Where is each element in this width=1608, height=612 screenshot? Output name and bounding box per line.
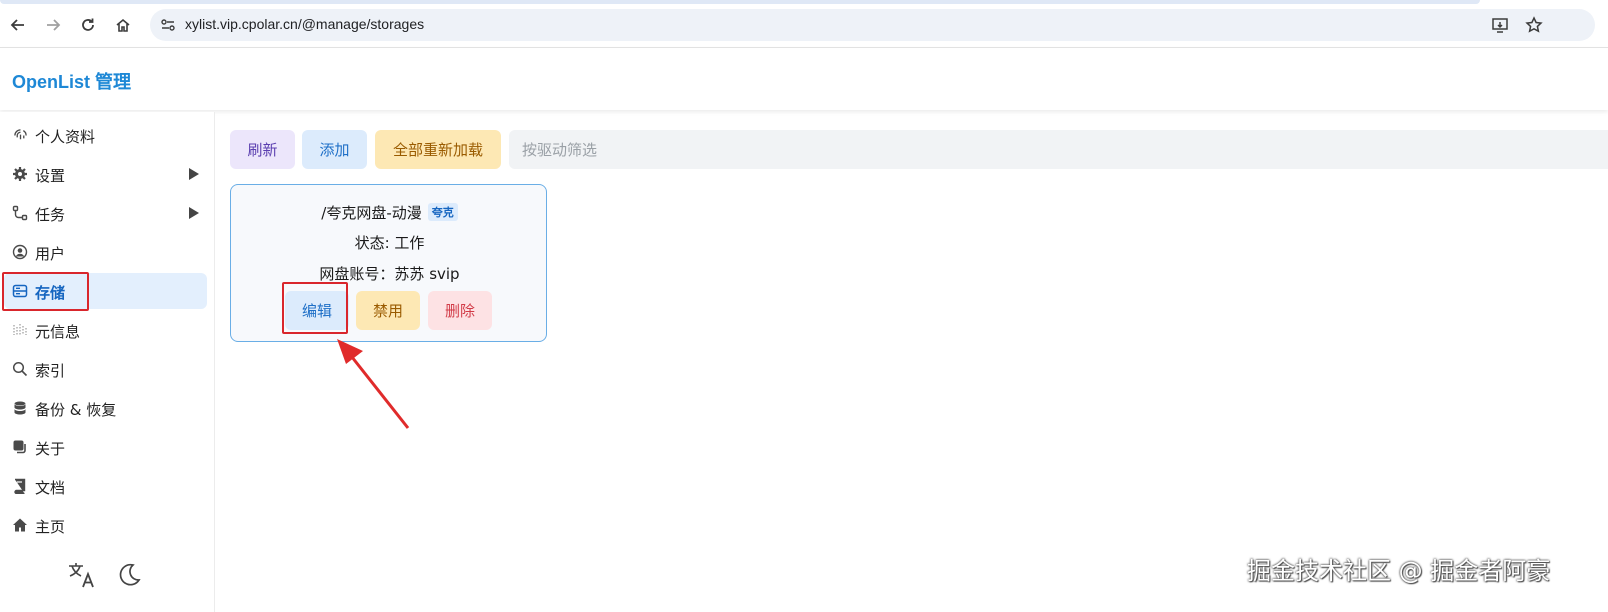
- sidebar-item-home[interactable]: 主页: [4, 507, 207, 543]
- sidebar-item-label: 元信息: [35, 323, 81, 341]
- storage-title-row: /夸克网盘-动漫 夸克: [231, 202, 548, 223]
- url-text[interactable]: xylist.vip.cpolar.cn/@manage/storages: [185, 16, 424, 32]
- sidebar-item-tasks[interactable]: 任务: [4, 195, 207, 231]
- tasks-icon: [12, 205, 28, 221]
- driver-tag-badge: 夸克: [427, 203, 458, 221]
- language-switch-icon[interactable]: [67, 560, 97, 590]
- sidebar-item-settings[interactable]: 设置: [4, 156, 207, 192]
- book-icon: [12, 478, 28, 494]
- search-icon: [12, 361, 28, 377]
- address-bar[interactable]: xylist.vip.cpolar.cn/@manage/storages: [150, 9, 1595, 41]
- meta-icon: [12, 322, 28, 338]
- forward-icon[interactable]: [40, 12, 66, 38]
- sidebar-item-label: 用户: [35, 245, 66, 263]
- sidebar-item-label: 设置: [35, 167, 66, 185]
- fingerprint-icon: [12, 127, 28, 143]
- annotation-highlight-box: [282, 282, 348, 334]
- storage-card: /夸克网盘-动漫 夸克 状态: 工作 网盘账号：苏苏 svip 编辑 禁用 删除: [230, 184, 547, 342]
- expand-arrow-icon[interactable]: [189, 207, 199, 219]
- brand-title[interactable]: OpenList 管理: [12, 68, 131, 94]
- sidebar-item-docs[interactable]: 文档: [4, 468, 207, 504]
- about-icon: [12, 439, 28, 455]
- bookmark-star-icon[interactable]: [1524, 15, 1544, 35]
- refresh-button[interactable]: 刷新: [230, 130, 295, 169]
- sidebar-item-label: 索引: [35, 362, 66, 380]
- watermark-text: 掘金技术社区 @ 掘金者阿豪: [1247, 557, 1551, 585]
- sidebar-item-index[interactable]: 索引: [4, 351, 207, 387]
- site-settings-icon[interactable]: [160, 17, 176, 33]
- sidebar-item-label: 备份 & 恢复: [35, 401, 117, 419]
- sidebar-item-label: 文档: [35, 479, 66, 497]
- storage-mount-path: /夸克网盘-动漫: [321, 204, 422, 222]
- sidebar-item-label: 个人资料: [35, 128, 96, 146]
- annotation-highlight-box: [2, 272, 89, 311]
- sidebar-item-label: 主页: [35, 518, 66, 536]
- delete-button[interactable]: 删除: [428, 291, 492, 330]
- home-icon: [12, 517, 28, 533]
- database-icon: [12, 400, 28, 416]
- expand-arrow-icon[interactable]: [189, 168, 199, 180]
- gear-icon: [12, 166, 28, 182]
- back-icon[interactable]: [5, 12, 31, 38]
- driver-filter-input[interactable]: [509, 130, 1608, 169]
- storage-status: 状态: 工作: [354, 234, 425, 252]
- user-icon: [12, 244, 28, 260]
- browser-toolbar: xylist.vip.cpolar.cn/@manage/storages: [0, 0, 1608, 48]
- app-header: OpenList 管理: [0, 48, 1608, 110]
- tab-strip-edge: [0, 0, 1480, 4]
- sidebar-item-label: 任务: [35, 206, 66, 224]
- dark-mode-moon-icon[interactable]: [116, 560, 142, 590]
- sidebar-item-profile[interactable]: 个人资料: [4, 117, 207, 153]
- sidebar-item-users[interactable]: 用户: [4, 234, 207, 270]
- sidebar-item-backup-restore[interactable]: 备份 & 恢复: [4, 390, 207, 426]
- storage-account: 网盘账号：苏苏 svip: [319, 265, 460, 283]
- install-app-icon[interactable]: [1490, 15, 1510, 35]
- reload-all-button[interactable]: 全部重新加载: [375, 130, 501, 169]
- sidebar-item-label: 关于: [35, 440, 66, 458]
- sidebar-item-about[interactable]: 关于: [4, 429, 207, 465]
- disable-button[interactable]: 禁用: [356, 291, 420, 330]
- add-storage-button[interactable]: 添加: [302, 130, 367, 169]
- sidebar-item-meta[interactable]: 元信息: [4, 312, 207, 348]
- home-icon[interactable]: [110, 12, 136, 38]
- reload-icon[interactable]: [75, 12, 101, 38]
- annotation-arrow-icon: [337, 339, 410, 429]
